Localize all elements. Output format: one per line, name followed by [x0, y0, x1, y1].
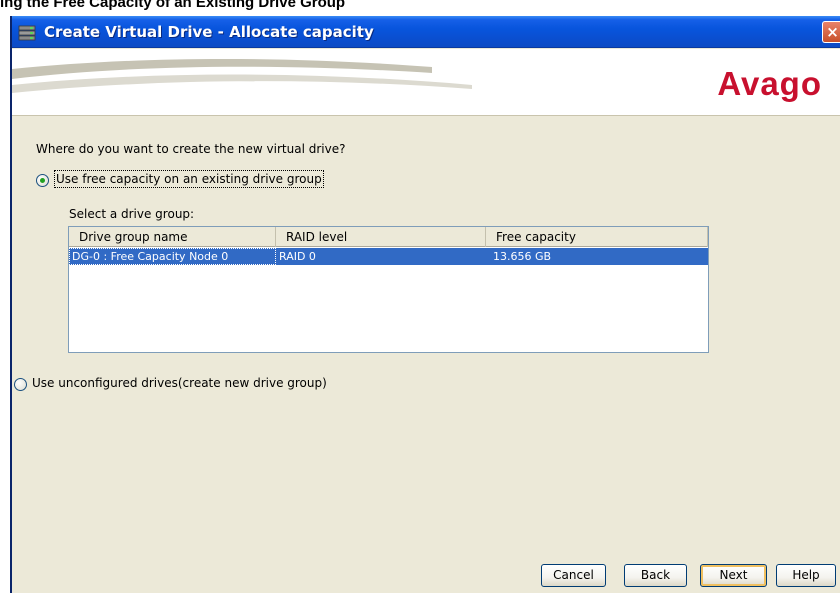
cell-free-capacity: 13.656 GB	[493, 250, 552, 263]
radio-selected-dot	[40, 178, 45, 183]
question-text: Where do you want to create the new virt…	[36, 142, 346, 156]
help-button[interactable]: Help	[776, 564, 836, 587]
document-heading: ing the Free Capacity of an Existing Dri…	[0, 0, 346, 10]
radio-unconfigured-drives[interactable]	[14, 378, 27, 391]
radio-existing-group-label[interactable]: Use free capacity on an existing drive g…	[54, 170, 324, 188]
next-button[interactable]: Next	[700, 564, 767, 587]
title-bar[interactable]: Create Virtual Drive - Allocate capacity…	[12, 16, 840, 48]
close-icon: ×	[826, 23, 839, 41]
radio-unconfigured-drives-label[interactable]: Use unconfigured drives(create new drive…	[32, 376, 327, 390]
banner-swoosh	[12, 58, 472, 93]
cell-drive-group-name: DG-0 : Free Capacity Node 0	[69, 248, 276, 265]
table-row[interactable]: DG-0 : Free Capacity Node 0 RAID 0 13.65…	[69, 248, 708, 265]
drive-group-table[interactable]: Drive group name RAID level Free capacit…	[68, 226, 709, 353]
select-drive-group-label: Select a drive group:	[69, 207, 195, 221]
avago-logo: Avago	[717, 65, 822, 102]
back-button[interactable]: Back	[624, 564, 687, 587]
cell-raid-level: RAID 0	[279, 250, 316, 263]
radio-existing-group[interactable]	[36, 174, 49, 187]
column-header-free-capacity[interactable]: Free capacity	[486, 227, 708, 247]
close-button[interactable]: ×	[822, 21, 840, 43]
wizard-window: Create Virtual Drive - Allocate capacity…	[10, 16, 840, 593]
cancel-button[interactable]: Cancel	[541, 564, 606, 587]
window-title: Create Virtual Drive - Allocate capacity	[44, 23, 374, 41]
header-banner: Avago	[12, 49, 840, 116]
column-header-raid-level[interactable]: RAID level	[276, 227, 486, 247]
table-header: Drive group name RAID level Free capacit…	[69, 227, 708, 247]
column-header-drive-group-name[interactable]: Drive group name	[69, 227, 276, 247]
drive-stack-icon	[18, 25, 36, 41]
